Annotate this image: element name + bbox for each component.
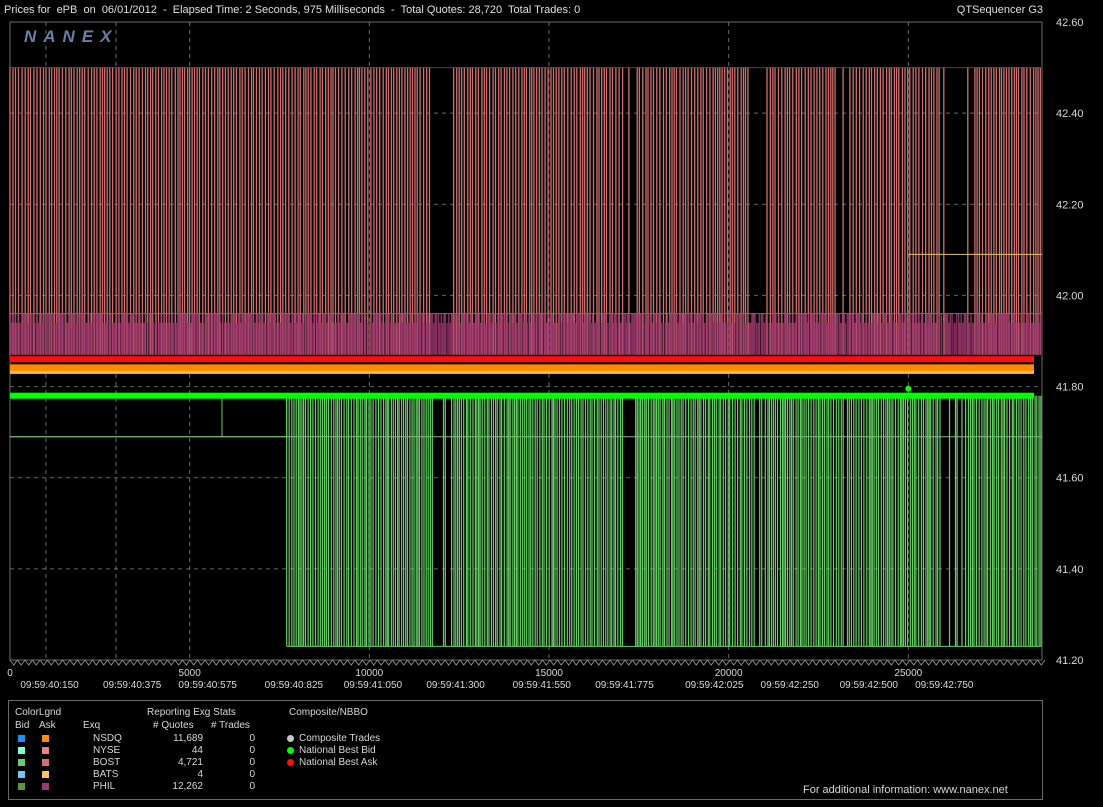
bid-color-swatch: [18, 771, 25, 778]
nanex-logo: NANEX: [24, 27, 119, 46]
exchange-name: BOST: [93, 757, 121, 768]
y-tick-label: 42.60: [1056, 17, 1084, 29]
footer-note: For additional information: www.nanex.ne…: [803, 784, 1008, 796]
quote-count: 12,262: [172, 781, 203, 792]
time-tick-label: 09:59:40:575: [178, 680, 237, 691]
trade-count: 0: [249, 757, 255, 768]
bid-color-swatch: [18, 759, 25, 766]
stats-title: Reporting Exg Stats: [147, 707, 236, 718]
quotes-header: # Quotes: [153, 720, 194, 731]
exchange-name: BATS: [93, 769, 119, 780]
composite-title: Composite/NBBO: [289, 707, 368, 718]
trade-count: 0: [249, 745, 255, 756]
time-tick-label: 09:59:42:500: [840, 680, 899, 691]
time-tick-label: 09:59:42:025: [685, 680, 744, 691]
y-tick-label: 41.80: [1056, 382, 1084, 394]
time-tick-label: 09:59:41:775: [595, 680, 654, 691]
time-tick-label: 09:59:41:550: [513, 680, 572, 691]
price-chart: NANEX 42.60 42.40 42.20 42.00 41.80 41.60 41.40…: [7, 17, 1084, 691]
composite-legend-dot: [287, 735, 294, 742]
national-best-ask-line: [10, 356, 1034, 363]
quote-count: 4,721: [177, 757, 203, 768]
x-tick-label: 10000: [355, 668, 383, 679]
x-tick-label: 25000: [894, 668, 922, 679]
trade-count: 0: [249, 769, 255, 780]
x-tick-label: 20000: [715, 668, 743, 679]
exchange-name: NYSE: [93, 745, 121, 756]
time-tick-label: 09:59:42:750: [915, 680, 974, 691]
phil-spikes: [9, 313, 1042, 355]
time-tick-label: 09:59:41:050: [344, 680, 403, 691]
x-axis-ticks: [9, 659, 1046, 666]
exchange-header: Exq: [83, 720, 101, 731]
bats-ask-band: [10, 370, 1034, 374]
national-best-bid-line: [10, 392, 1034, 399]
phil-ask-series: [9, 313, 1042, 355]
ask-color-swatch: [42, 735, 49, 742]
trades-header: # Trades: [211, 720, 250, 731]
ask-header: Ask: [39, 720, 56, 731]
color-legend-title: ColorLgnd: [15, 707, 62, 718]
trade-count: 0: [249, 781, 255, 792]
composite-legend-dot: [287, 759, 294, 766]
x-tick-label: 15000: [535, 668, 563, 679]
trade-count: 0: [249, 733, 255, 744]
ask-color-swatch: [42, 747, 49, 754]
legend-panel: ColorLgnd Bid Ask Exq Reporting Exg Stat…: [8, 700, 1043, 800]
time-tick-label: 09:59:40:150: [20, 680, 79, 691]
x-tick-label: 0: [7, 668, 13, 679]
time-tick-label: 09:59:42:250: [761, 680, 820, 691]
y-tick-label: 41.60: [1056, 473, 1084, 485]
time-tick-label: 09:59:40:375: [103, 680, 162, 691]
quote-count: 4: [197, 769, 203, 780]
exchange-name: PHIL: [93, 781, 116, 792]
bid-color-swatch: [18, 735, 25, 742]
bid-color-swatch: [18, 783, 25, 790]
quote-count: 44: [191, 745, 203, 756]
nbbo-marker: [905, 385, 912, 392]
ask-color-swatch: [42, 783, 49, 790]
composite-legend-label: National Best Ask: [299, 757, 378, 768]
ask-color-swatch: [42, 759, 49, 766]
time-tick-label: 09:59:41:300: [426, 680, 485, 691]
composite-legend-dot: [287, 747, 294, 754]
composite-legend-label: Composite Trades: [299, 733, 381, 744]
time-tick-label: 09:59:40:825: [265, 680, 324, 691]
composite-legend-label: National Best Bid: [299, 745, 376, 756]
exchange-name: NSDQ: [93, 733, 122, 744]
y-tick-label: 42.20: [1056, 199, 1084, 211]
bid-color-swatch: [18, 747, 25, 754]
y-tick-label: 42.00: [1056, 290, 1084, 302]
ask-color-swatch: [42, 771, 49, 778]
bid-header: Bid: [15, 720, 30, 731]
quote-count: 11,689: [173, 733, 203, 744]
y-tick-label: 41.20: [1056, 655, 1084, 667]
y-tick-label: 41.40: [1056, 564, 1084, 576]
x-tick-label: 5000: [179, 668, 202, 679]
y-tick-label: 42.40: [1056, 108, 1084, 120]
